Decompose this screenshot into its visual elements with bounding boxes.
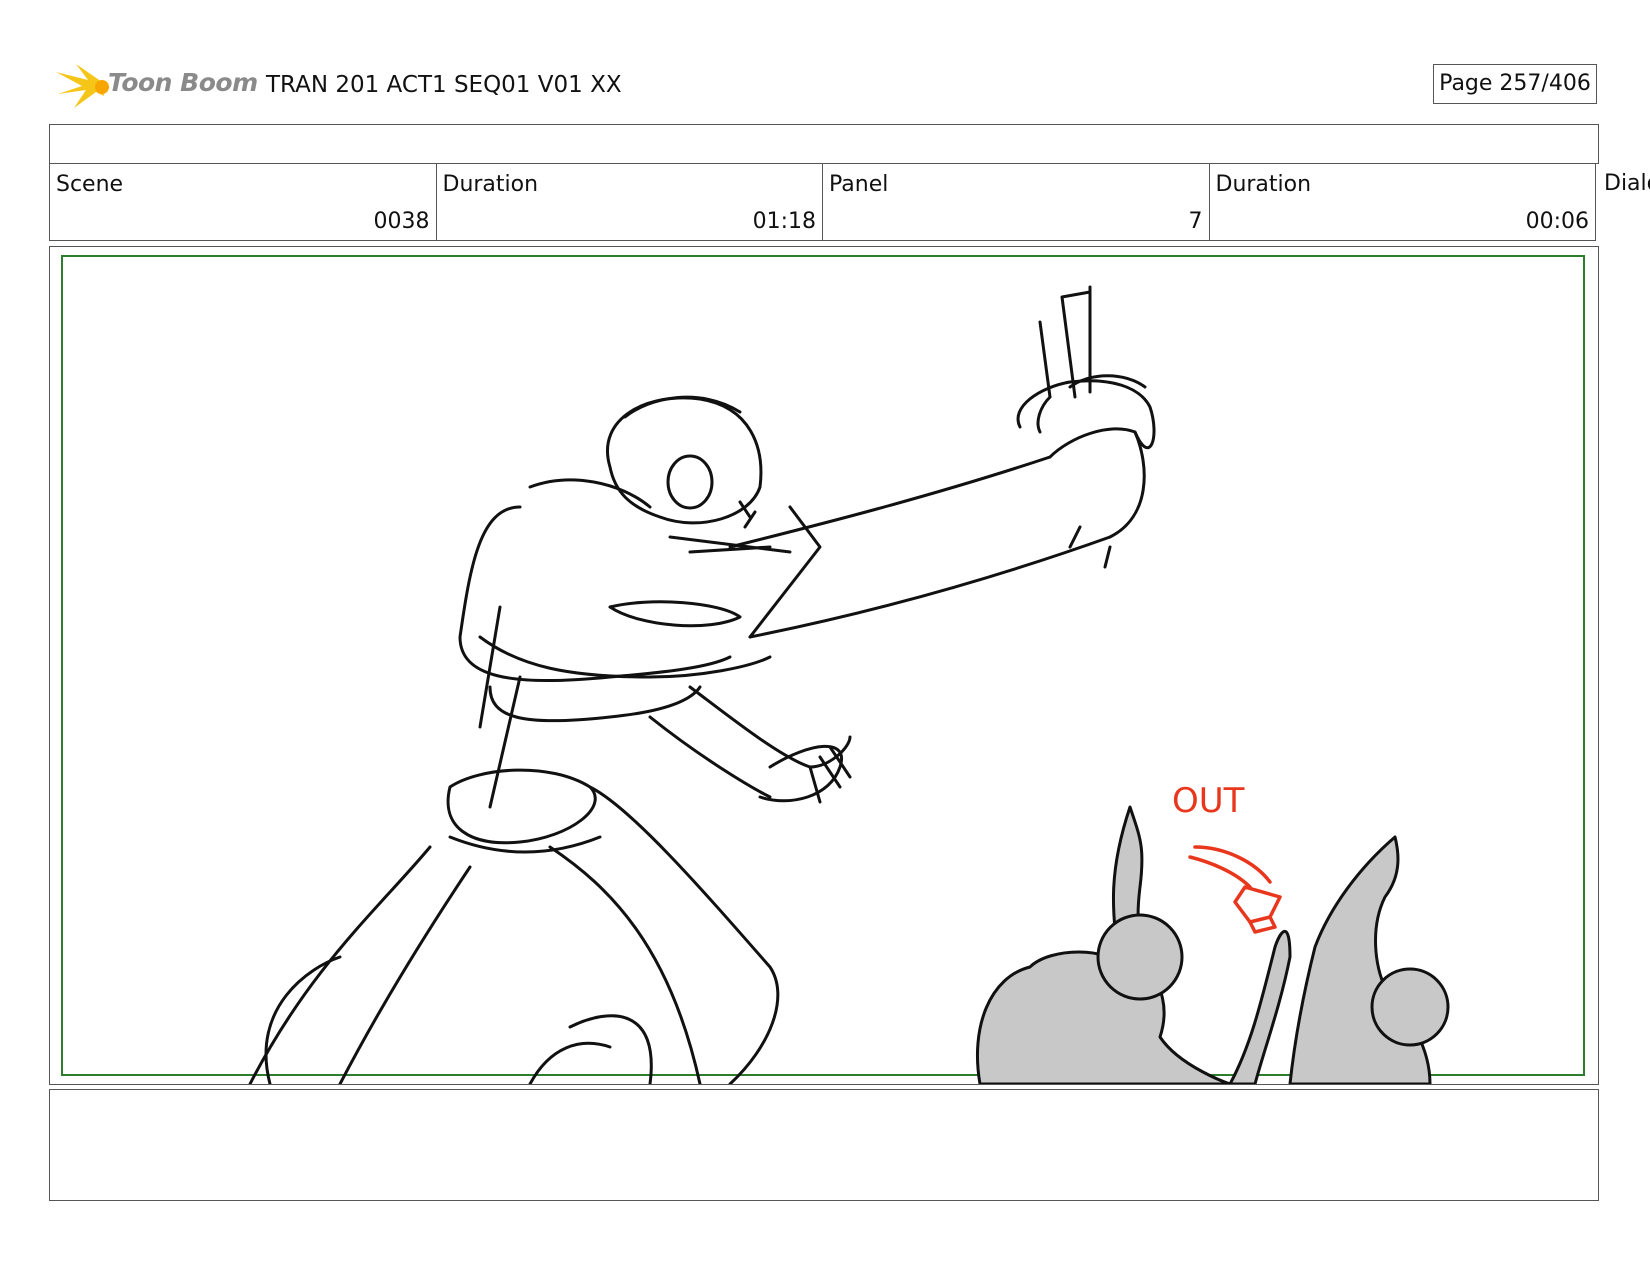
scene-info-row: Scene 0038 Duration 01:18 Panel 7 Durati… xyxy=(49,163,1599,241)
out-annotation: OUT xyxy=(1172,781,1245,821)
scene-duration-cell: Duration 01:18 xyxy=(435,163,823,241)
scene-label: Scene xyxy=(56,172,124,197)
dialog-label: Dialog xyxy=(1604,171,1650,196)
notes-box xyxy=(49,1089,1599,1201)
header-blank-row xyxy=(49,124,1599,164)
logo-wordmark: Toon Boom xyxy=(108,68,258,97)
panel-duration-value: 00:06 xyxy=(1525,209,1589,234)
scene-duration-value: 01:18 xyxy=(752,209,816,234)
panel-duration-label: Duration xyxy=(1215,172,1312,197)
panel-value: 7 xyxy=(1188,209,1203,234)
scene-cell: Scene 0038 xyxy=(49,163,437,241)
panel-duration-cell: Duration 00:06 xyxy=(1208,163,1596,241)
panel-sketch: OUT xyxy=(248,285,1450,1084)
storyboard-panel: OUT xyxy=(49,246,1599,1085)
page-indicator: Page 257/406 xyxy=(1433,64,1597,104)
scene-value: 0038 xyxy=(373,209,430,234)
scene-duration-label: Duration xyxy=(442,172,539,197)
panel-label: Panel xyxy=(829,172,889,197)
panel-cell: Panel 7 xyxy=(822,163,1210,241)
document-title: TRAN 201 ACT1 SEQ01 V01 XX xyxy=(266,72,622,98)
